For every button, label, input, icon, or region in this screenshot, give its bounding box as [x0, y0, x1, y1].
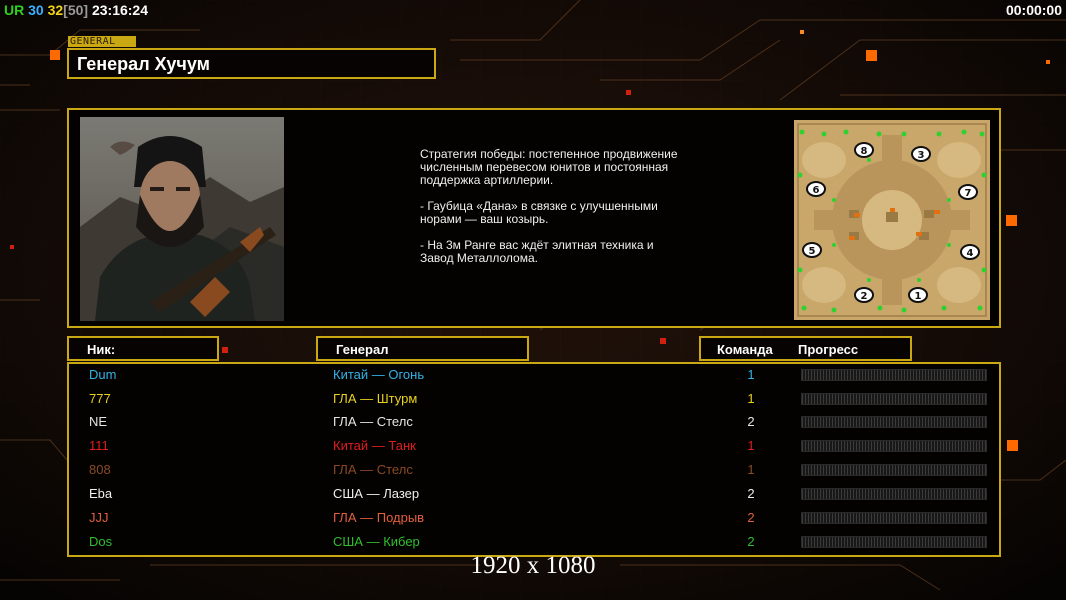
map-slot-label: 4 — [967, 248, 974, 259]
player-row[interactable]: Dum Китай — Огонь 1 — [69, 364, 999, 388]
map-preview[interactable]: 8 3 6 7 5 4 2 1 — [794, 120, 990, 320]
map-slot-label: 5 — [809, 246, 816, 257]
player-row[interactable]: NE ГЛА — Стелс 2 — [69, 411, 999, 435]
header-label-progress: Прогресс — [798, 342, 859, 357]
player-general: ГЛА — Стелс — [333, 462, 413, 477]
player-progress-bar — [801, 416, 987, 428]
player-general: США — Кибер — [333, 534, 420, 549]
map-start-slot[interactable]: 6 — [806, 181, 826, 197]
header-label: Генерал — [336, 342, 389, 357]
map-start-slot[interactable]: 3 — [911, 146, 931, 162]
hud-status: UR 30 32[50] 23:16:24 — [4, 2, 148, 18]
map-start-slot[interactable]: 5 — [802, 242, 822, 258]
player-team: 2 — [747, 510, 755, 525]
player-progress-bar — [801, 464, 987, 476]
player-progress-bar — [801, 440, 987, 452]
player-row[interactable]: Eba США — Лазер 2 — [69, 483, 999, 507]
player-nick: 777 — [89, 390, 111, 406]
player-nick: Eba — [89, 486, 113, 501]
hud-part: 32 — [43, 2, 64, 18]
header-label: Ник: — [87, 342, 116, 357]
hud-clock: 23:16:24 — [88, 2, 149, 18]
map-start-slot[interactable]: 2 — [854, 287, 874, 303]
map-slot-label: 3 — [918, 150, 925, 161]
player-team: 2 — [747, 414, 755, 429]
player-list: Dum Китай — Огонь 1 777 ГЛА — Штурм 1 NE… — [67, 362, 1001, 557]
hud-part: UR — [4, 2, 25, 18]
map-start-slot[interactable]: 1 — [908, 287, 928, 303]
player-general: ГЛА — Стелс — [333, 414, 413, 429]
player-nick: Dum — [89, 367, 117, 382]
player-progress-bar — [801, 512, 987, 524]
map-start-slot[interactable]: 7 — [958, 184, 978, 200]
player-general: Китай — Танк — [333, 438, 416, 453]
player-team: 1 — [747, 462, 755, 477]
resolution-watermark: 1920 x 1080 — [470, 552, 596, 579]
player-team: 1 — [747, 367, 755, 382]
map-slot-label: 6 — [813, 185, 820, 196]
column-header-nick: Ник: — [67, 336, 219, 361]
section-tag: GENERAL — [68, 36, 136, 47]
player-nick: Dos — [89, 534, 113, 549]
player-row[interactable]: 777 ГЛА — Штурм 1 — [69, 388, 999, 412]
player-team: 1 — [747, 390, 755, 406]
player-progress-bar — [801, 488, 987, 500]
player-nick: NE — [89, 414, 108, 429]
column-header-team-progress: Команда Прогресс — [699, 336, 912, 361]
player-row[interactable]: JJJ ГЛА — Подрыв 2 — [69, 507, 999, 531]
player-progress-bar — [801, 392, 987, 405]
player-nick: 111 — [89, 438, 109, 453]
player-general: США — Лазер — [333, 486, 420, 501]
player-team: 1 — [747, 438, 755, 453]
player-general: ГЛА — Штурм — [333, 390, 418, 406]
column-header-general: Генерал — [316, 336, 529, 361]
map-start-slot[interactable]: 8 — [854, 142, 874, 158]
header-label-team: Команда — [717, 342, 773, 357]
player-general: Китай — Огонь — [333, 367, 425, 382]
player-progress-bar — [801, 536, 987, 548]
player-team: 2 — [747, 534, 755, 549]
player-nick: 808 — [89, 462, 111, 477]
player-progress-bar — [801, 369, 987, 381]
general-description: Стратегия победы: постепенное продвижени… — [420, 147, 678, 265]
hud-part: [50] — [63, 2, 89, 18]
map-slot-label: 1 — [915, 291, 922, 302]
player-row[interactable]: 808 ГЛА — Стелс 1 — [69, 459, 999, 483]
hud-part: 30 — [24, 2, 44, 18]
general-name: Генерал Хучум — [77, 54, 210, 74]
general-portrait — [80, 117, 284, 321]
player-nick: JJJ — [89, 510, 109, 525]
map-start-slot[interactable]: 4 — [960, 244, 980, 260]
match-timer: 00:00:00 — [1005, 2, 1062, 18]
player-row[interactable]: 111 Китай — Танк 1 — [69, 435, 999, 459]
general-title-box: Генерал Хучум — [67, 48, 436, 79]
player-team: 2 — [747, 486, 755, 501]
map-slot-label: 7 — [965, 188, 972, 199]
map-slot-label: 2 — [861, 291, 868, 302]
map-slot-label: 8 — [861, 146, 868, 157]
player-general: ГЛА — Подрыв — [333, 510, 425, 525]
